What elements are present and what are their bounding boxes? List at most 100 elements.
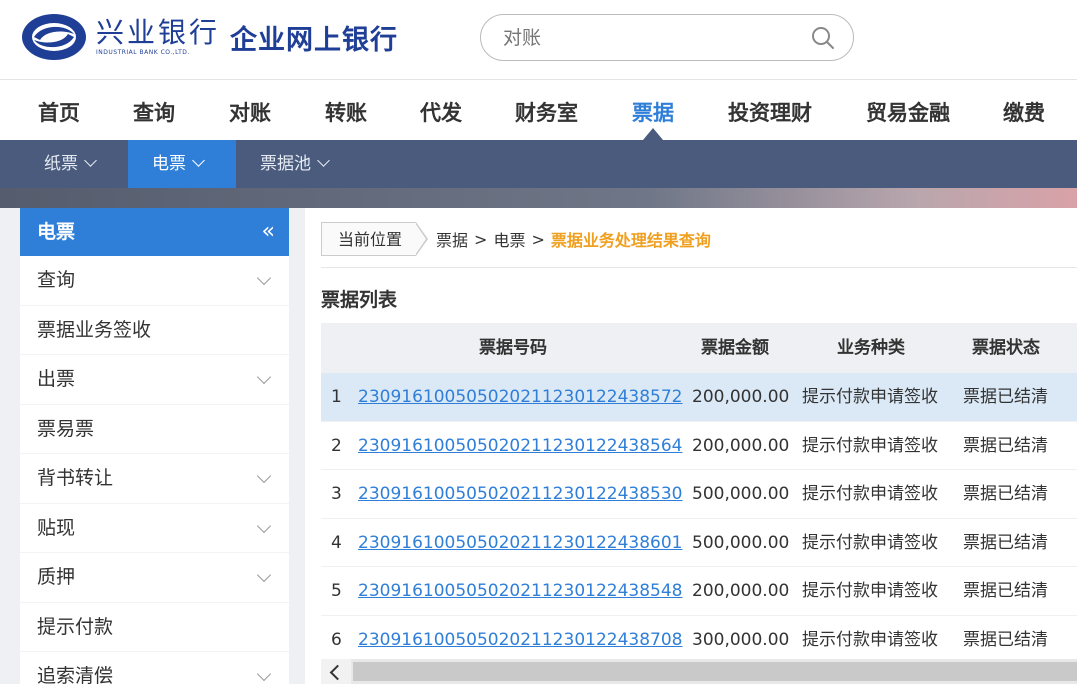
main-nav: 首页 查询 对账 转账 代发 财务室 票据 投资理财 贸易金融 缴费 — [0, 80, 1077, 140]
subnav-bill-pool-label: 票据池 — [260, 154, 311, 174]
nav-item-trade-finance[interactable]: 贸易金融 — [866, 97, 950, 127]
business-type: 提示付款申请签收 — [802, 484, 938, 504]
nav-item-payroll[interactable]: 代发 — [420, 97, 462, 127]
subnav-paper-bill[interactable]: 纸票 — [30, 140, 109, 188]
bill-number-link[interactable]: 230916100505020211230122438708 — [358, 616, 682, 665]
horizontal-scrollbar[interactable] — [321, 659, 1077, 684]
breadcrumb-item[interactable]: 票据 — [436, 227, 468, 251]
nav-item-transfer[interactable]: 转账 — [325, 97, 367, 127]
chevron-down-icon — [256, 567, 272, 583]
sidebar-item-label: 票据业务签收 — [37, 318, 152, 341]
sidebar-item-recourse[interactable]: 追索清偿 — [20, 652, 289, 684]
bill-status: 票据已结清 — [963, 435, 1048, 456]
bill-table: 票据号码 票据金额 业务种类 票据状态 1 230916100505020211… — [321, 323, 1077, 664]
bank-name-en: INDUSTRIAL BANK CO.,LTD. — [96, 49, 190, 56]
collapse-icon[interactable]: « — [262, 208, 275, 256]
sub-nav: 纸票 电票 票据池 — [0, 140, 1077, 188]
subnav-bill-pool[interactable]: 票据池 — [246, 140, 342, 188]
header: 兴业银行 INDUSTRIAL BANK CO.,LTD. 企业网上银行 — [0, 0, 1077, 80]
bill-status: 票据已结清 — [963, 484, 1048, 504]
bill-status: 票据已结清 — [963, 532, 1048, 553]
column-header-type[interactable]: 业务种类 — [837, 323, 905, 373]
sidebar-item-label: 提示付款 — [37, 615, 114, 638]
sidebar-item-endorsement[interactable]: 背书转让 — [20, 454, 289, 504]
bill-number-link[interactable]: 230916100505020211230122438530 — [358, 470, 682, 519]
scroll-left-arrow-icon[interactable] — [321, 659, 351, 684]
table-header: 票据号码 票据金额 业务种类 票据状态 — [321, 323, 1077, 373]
breadcrumb-arrow-icon — [415, 222, 429, 256]
nav-item-reconciliation[interactable]: 对账 — [229, 97, 271, 127]
bill-number-link[interactable]: 230916100505020211230122438564 — [358, 422, 682, 471]
nav-item-query[interactable]: 查询 — [133, 97, 175, 127]
chevron-down-icon — [192, 154, 205, 167]
bill-amount: 500,000.00 — [692, 532, 790, 553]
bill-number-link[interactable]: 230916100505020211230122438572 — [358, 373, 682, 422]
column-header-amount[interactable]: 票据金额 — [701, 323, 769, 373]
list-title: 票据列表 — [321, 289, 398, 311]
search-input[interactable] — [503, 25, 783, 51]
business-type: 提示付款申请签收 — [802, 435, 938, 456]
bill-amount: 200,000.00 — [692, 435, 790, 456]
breadcrumb-item[interactable]: 电票 — [493, 227, 525, 251]
bill-amount: 500,000.00 — [692, 484, 790, 504]
breadcrumb-label: 当前位置 — [321, 222, 417, 256]
business-type: 提示付款申请签收 — [802, 581, 938, 601]
nav-item-home[interactable]: 首页 — [38, 97, 80, 127]
sidebar-item-issue[interactable]: 出票 — [20, 355, 289, 405]
banner-strip — [0, 188, 1077, 208]
sidebar-item-label: 贴现 — [37, 516, 76, 539]
nav-item-payment[interactable]: 缴费 — [1003, 97, 1045, 127]
nav-item-investment[interactable]: 投资理财 — [728, 97, 812, 127]
main-panel: 当前位置 票据 > 电票 > 票据业务处理结果查询 票据列表 票据号码 票据金额… — [305, 208, 1077, 684]
sidebar-item-bill-sign[interactable]: 票据业务签收 — [20, 306, 289, 355]
bill-number-link[interactable]: 230916100505020211230122438548 — [358, 567, 682, 616]
row-index: 3 — [331, 484, 342, 504]
sidebar-item-label: 出票 — [37, 368, 76, 390]
bill-amount: 300,000.00 — [692, 629, 790, 650]
chevron-down-icon — [256, 468, 272, 484]
sidebar-item-query[interactable]: 查询 — [20, 256, 289, 306]
nav-item-bills[interactable]: 票据 — [632, 97, 674, 127]
row-index: 4 — [331, 532, 342, 553]
breadcrumb-current: 票据业务处理结果查询 — [550, 231, 711, 250]
business-type: 提示付款申请签收 — [802, 629, 938, 650]
bank-name: 兴业银行 — [96, 16, 221, 49]
bill-amount: 200,000.00 — [692, 581, 790, 601]
chevron-down-icon — [317, 154, 330, 167]
sidebar: 电票 « 查询 票据业务签收 出票 票易票 背书转让 贴现 质押 提示付款 追索… — [20, 208, 289, 684]
row-index: 5 — [331, 581, 342, 601]
scrollbar-thumb[interactable] — [353, 662, 1077, 681]
chevron-down-icon — [256, 518, 272, 533]
column-header-bill-no[interactable]: 票据号码 — [479, 323, 547, 373]
bill-status: 票据已结清 — [963, 629, 1048, 650]
sidebar-item-label: 追索清偿 — [37, 665, 114, 684]
system-name: 企业网上银行 — [230, 24, 399, 56]
bank-logo[interactable]: 兴业银行 INDUSTRIAL BANK CO.,LTD. 企业网上银行 — [20, 12, 398, 62]
subnav-e-bill[interactable]: 电票 — [128, 140, 236, 188]
business-type: 提示付款申请签收 — [802, 532, 938, 553]
table-row[interactable]: 2 230916100505020211230122438564 200,000… — [321, 422, 1077, 471]
row-index: 2 — [331, 435, 342, 456]
row-index: 1 — [331, 387, 342, 407]
table-row[interactable]: 5 230916100505020211230122438548 200,000… — [321, 567, 1077, 616]
sidebar-item-label: 查询 — [37, 269, 76, 291]
sidebar-item-payment-request[interactable]: 提示付款 — [20, 603, 289, 652]
bill-status: 票据已结清 — [963, 581, 1048, 601]
table-row[interactable]: 3 230916100505020211230122438530 500,000… — [321, 470, 1077, 519]
chevron-down-icon — [84, 154, 97, 167]
sidebar-item-discount[interactable]: 贴现 — [20, 504, 289, 553]
column-header-status[interactable]: 票据状态 — [972, 323, 1040, 373]
nav-item-finance-office[interactable]: 财务室 — [515, 97, 578, 127]
table-row[interactable]: 4 230916100505020211230122438601 500,000… — [321, 519, 1077, 568]
breadcrumb: 当前位置 票据 > 电票 > 票据业务处理结果查询 — [321, 222, 711, 256]
chevron-down-icon — [256, 369, 272, 385]
row-index: 6 — [331, 629, 342, 650]
search-icon[interactable] — [811, 26, 835, 50]
sidebar-item-pledge[interactable]: 质押 — [20, 553, 289, 603]
table-row[interactable]: 6 230916100505020211230122438708 300,000… — [321, 616, 1077, 665]
sidebar-item-bill-exchange[interactable]: 票易票 — [20, 405, 289, 454]
sidebar-item-label: 票易票 — [37, 417, 95, 440]
active-nav-caret — [643, 128, 663, 140]
table-row[interactable]: 1 230916100505020211230122438572 200,000… — [321, 373, 1077, 422]
bill-number-link[interactable]: 230916100505020211230122438601 — [358, 519, 682, 568]
